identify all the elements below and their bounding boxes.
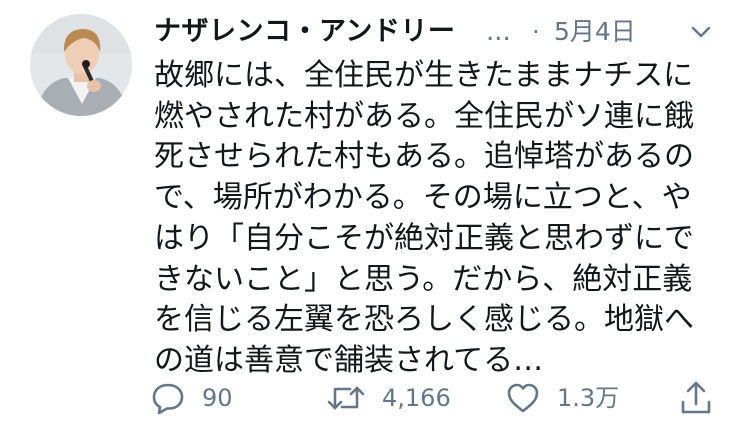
avatar[interactable]: [30, 14, 132, 116]
tweet-date[interactable]: 5月4日: [554, 14, 636, 50]
reply-count: 90: [202, 384, 233, 412]
tweet-text-line: で、場所がわかる。その場に立つと、や: [154, 180, 692, 216]
tweet-text-line: を信じる左翼を恐ろしく感じる。地獄へ: [154, 302, 694, 338]
like-button[interactable]: 1.3万: [505, 378, 619, 418]
heart-icon: [505, 380, 541, 416]
chevron-down-icon[interactable]: [690, 24, 712, 40]
tweet-header: ナザレンコ・アンドリー ... · 5月4日: [154, 14, 744, 52]
reply-button[interactable]: 90: [150, 378, 233, 418]
author-name[interactable]: ナザレンコ・アンドリー: [154, 14, 455, 50]
tweet-text-line: 燃やされた村がある。全住民がソ連に餓: [154, 98, 694, 134]
retweet-button[interactable]: 4,166: [326, 378, 451, 418]
tweet-text-line: はり「自分こそが絶対正義と思わずにで: [154, 220, 694, 256]
date-separator: ·: [532, 18, 540, 46]
tweet-text-line: 故郷には、全住民が生きたままナチスに: [154, 58, 694, 93]
retweet-count: 4,166: [382, 384, 451, 412]
name-truncation: ...: [486, 17, 511, 47]
tweet-text: 故郷には、全住民が生きたままナチスに 燃やされた村がある。全住民がソ連に餓 死さ…: [154, 56, 714, 382]
avatar-photo: [30, 14, 132, 116]
tweet-text-line: 死させられた村もある。追悼塔があるの: [154, 139, 694, 175]
like-count: 1.3万: [557, 384, 620, 412]
reply-icon: [150, 380, 186, 416]
tweet[interactable]: ナザレンコ・アンドリー ... · 5月4日 故郷には、全住民が生きたままナチス…: [0, 0, 750, 434]
share-icon: [680, 380, 712, 416]
tweet-text-line: の道は善意で舗装されてる…: [154, 342, 544, 378]
tweet-text-line: きないこと」と思う。だから、絶対正義: [154, 261, 693, 297]
share-button[interactable]: [680, 378, 712, 418]
retweet-icon: [326, 380, 366, 416]
tweet-actions: 90 4,166 1.3万: [150, 378, 730, 418]
